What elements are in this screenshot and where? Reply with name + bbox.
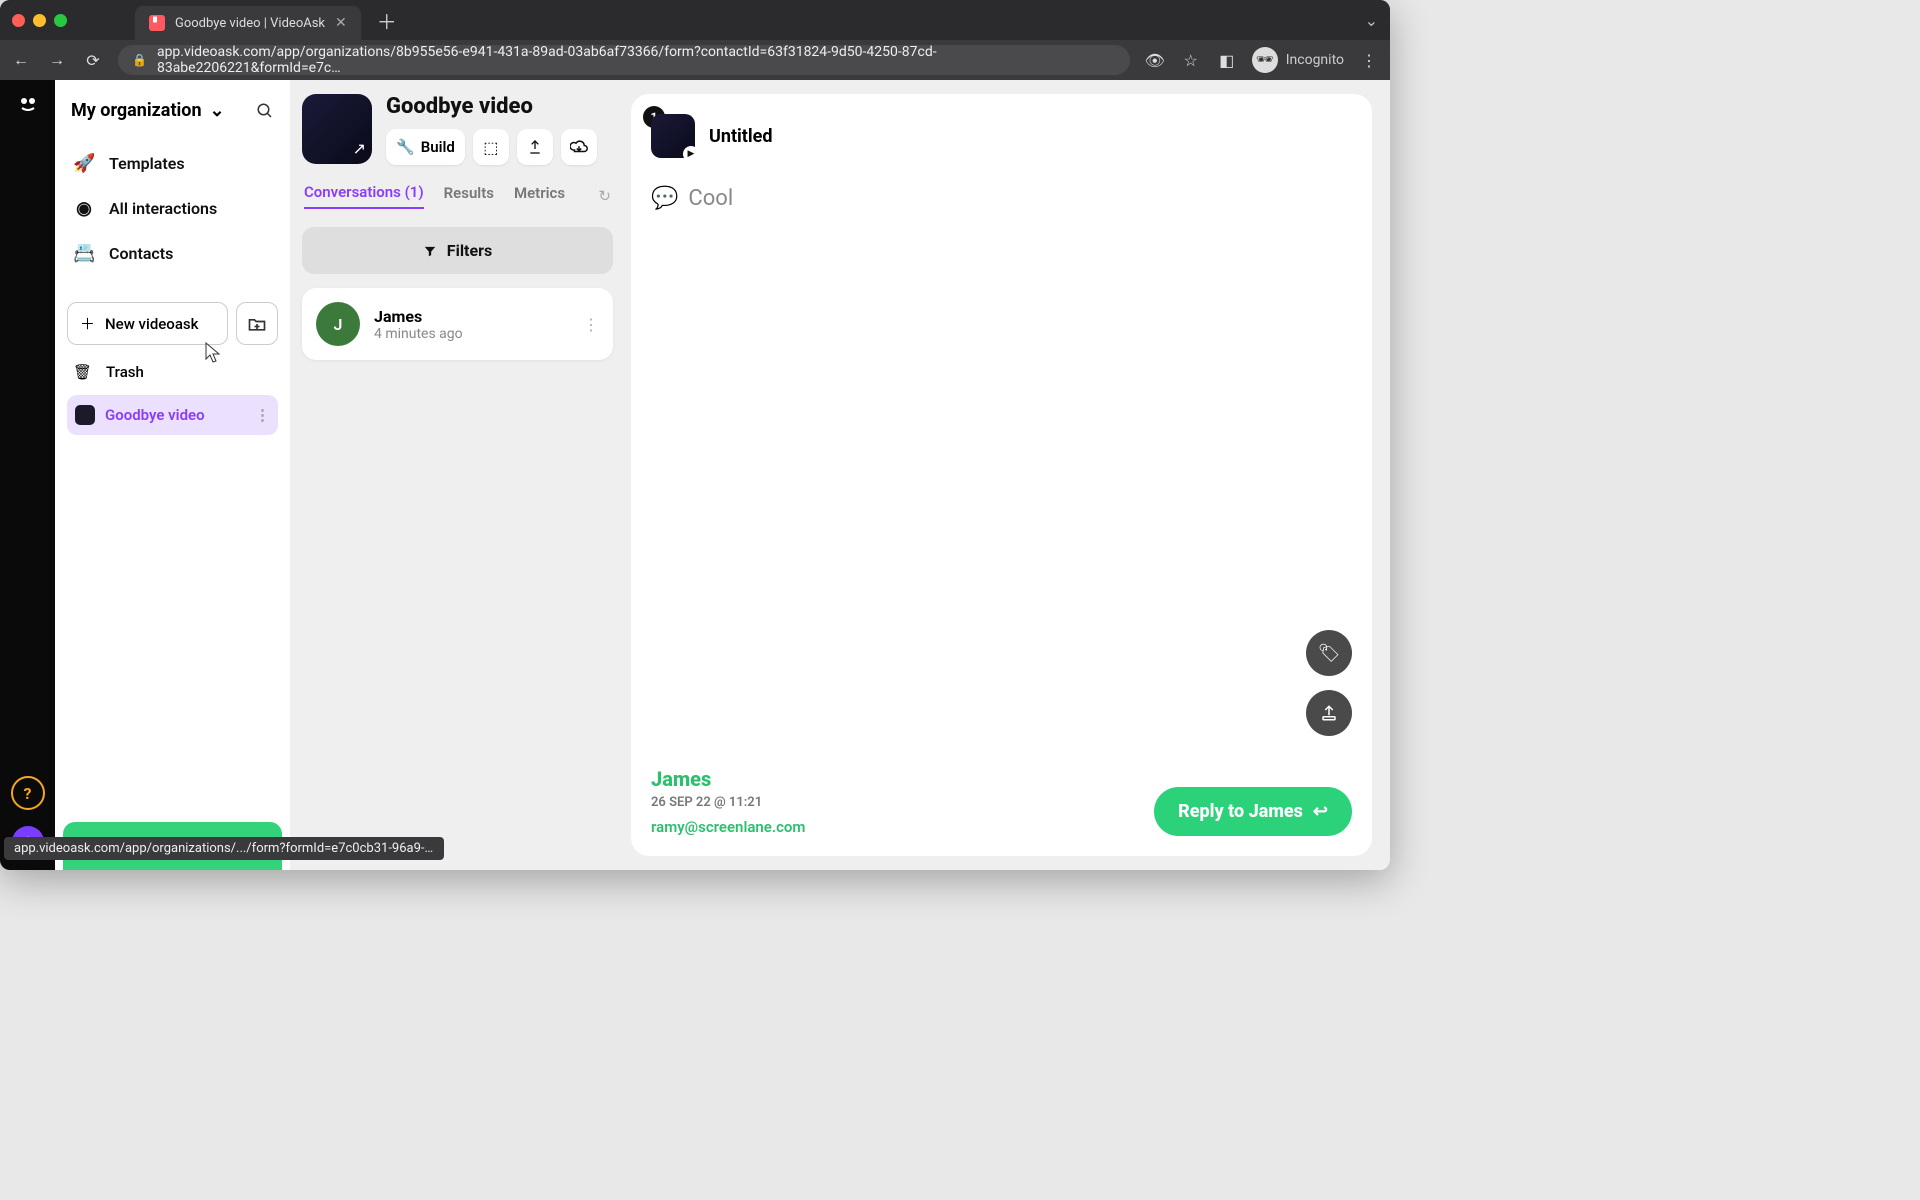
- step-thumbnail[interactable]: ▶: [651, 114, 695, 158]
- sidebar-item-label: All interactions: [109, 199, 217, 218]
- forward-icon[interactable]: →: [46, 49, 68, 71]
- interactions-icon: ◉: [73, 198, 95, 219]
- tab-results[interactable]: Results: [444, 184, 494, 208]
- favicon-icon: ▘: [149, 15, 165, 31]
- form-thumbnail[interactable]: ↗: [302, 94, 372, 164]
- back-icon[interactable]: ←: [10, 49, 32, 71]
- app-shell: ? 1 My organization ⌄ 🚀 Templates ◉ All …: [0, 80, 1390, 870]
- help-button[interactable]: ?: [11, 776, 45, 810]
- incognito-label: Incognito: [1286, 52, 1344, 68]
- conversation-more-icon[interactable]: ⋮: [583, 315, 599, 334]
- trash-icon: 🗑: [73, 363, 92, 381]
- conversation-time: 4 minutes ago: [374, 326, 463, 342]
- org-name: My organization: [71, 100, 202, 121]
- close-tab-icon[interactable]: ✕: [335, 15, 347, 31]
- build-icon: 🔧: [396, 138, 415, 156]
- chevron-down-icon: ⌄: [210, 100, 225, 121]
- refresh-icon[interactable]: ↻: [598, 187, 611, 205]
- step-title: Untitled: [709, 126, 773, 147]
- window-close-icon[interactable]: [12, 14, 25, 27]
- filters-button[interactable]: Filters: [302, 227, 613, 274]
- sidebar: My organization ⌄ 🚀 Templates ◉ All inte…: [55, 80, 290, 870]
- new-folder-button[interactable]: [236, 302, 278, 345]
- form-tabs: Conversations (1) Results Metrics ↻: [302, 179, 613, 213]
- build-button[interactable]: 🔧 Build: [386, 129, 465, 165]
- new-videoask-button[interactable]: ＋ New videoask: [67, 302, 228, 345]
- url-text: app.videoask.com/app/organizations/8b955…: [157, 44, 1116, 76]
- url-field[interactable]: 🔒 app.videoask.com/app/organizations/8b9…: [118, 45, 1130, 75]
- sidebar-item-goodbye-video[interactable]: Goodbye video ⋮: [67, 395, 278, 435]
- reply-button[interactable]: Reply to James ↩: [1154, 787, 1352, 836]
- form-header: ↗ Goodbye video 🔧 Build ⬚: [302, 94, 613, 165]
- respondent-info: James 26 SEP 22 @ 11:21 ramy@screenlane.…: [651, 767, 805, 836]
- download-button[interactable]: [561, 129, 597, 165]
- urlbar: ← → ⟳ 🔒 app.videoask.com/app/organizatio…: [0, 40, 1390, 80]
- export-button[interactable]: [1306, 690, 1352, 736]
- reply-icon: ↩: [1313, 801, 1328, 822]
- filter-icon: [423, 244, 437, 258]
- sidebar-item-label: Templates: [109, 154, 185, 173]
- rocket-icon: 🚀: [73, 153, 95, 174]
- tag-icon: 🏷: [1318, 643, 1341, 664]
- panel-icon[interactable]: ◧: [1216, 49, 1238, 71]
- play-icon: ▶: [683, 146, 699, 162]
- share-icon: [527, 139, 543, 155]
- response-card: 1 ▶ Untitled 💬 Cool 🏷: [631, 94, 1372, 856]
- star-icon[interactable]: ☆: [1180, 49, 1202, 71]
- search-icon[interactable]: [256, 102, 274, 120]
- open-icon: ↗: [353, 139, 366, 158]
- tab-conversations[interactable]: Conversations (1): [304, 183, 424, 209]
- sidebar-item-label: Contacts: [109, 244, 173, 263]
- sidebar-item-interactions[interactable]: ◉ All interactions: [67, 188, 278, 229]
- window-zoom-icon[interactable]: [54, 14, 67, 27]
- tabs-dropdown-icon[interactable]: ⌄: [1365, 11, 1378, 30]
- folder-plus-icon: [247, 314, 267, 334]
- mid-column: ↗ Goodbye video 🔧 Build ⬚: [290, 80, 625, 870]
- reload-icon[interactable]: ⟳: [82, 49, 104, 71]
- response-message: 💬 Cool: [651, 186, 1352, 211]
- video-thumb-icon: [75, 405, 95, 425]
- conversation-name: James: [374, 307, 463, 326]
- respondent-name: James: [651, 767, 805, 791]
- contacts-icon: 📇: [73, 243, 95, 264]
- export-icon: [1320, 704, 1338, 722]
- new-tab-button[interactable]: ＋: [377, 6, 397, 35]
- avatar: J: [316, 302, 360, 346]
- conversation-card[interactable]: J James 4 minutes ago ⋮: [302, 288, 613, 360]
- active-video-label: Goodbye video: [105, 406, 205, 424]
- cloud-download-icon: [570, 138, 588, 156]
- window-minimize-icon[interactable]: [33, 14, 46, 27]
- respondent-email[interactable]: ramy@screenlane.com: [651, 818, 805, 836]
- tab-metrics[interactable]: Metrics: [514, 184, 565, 208]
- sidebar-item-contacts[interactable]: 📇 Contacts: [67, 233, 278, 274]
- tag-button[interactable]: 🏷: [1306, 630, 1352, 676]
- kebab-menu-icon[interactable]: ⋮: [1358, 49, 1380, 71]
- eye-off-icon[interactable]: 👁: [1144, 49, 1166, 71]
- org-selector[interactable]: My organization ⌄: [67, 94, 278, 139]
- logo-icon[interactable]: [16, 92, 40, 116]
- right-column: 1 ▶ Untitled 💬 Cool 🏷: [625, 80, 1390, 870]
- sidebar-item-templates[interactable]: 🚀 Templates: [67, 143, 278, 184]
- sidebar-item-trash[interactable]: 🗑 Trash: [67, 349, 278, 391]
- embed-icon: ⬚: [483, 138, 498, 157]
- status-bar: app.videoask.com/app/organizations/.../f…: [4, 837, 444, 860]
- embed-button[interactable]: ⬚: [473, 129, 509, 165]
- lock-icon: 🔒: [132, 53, 147, 67]
- speech-icon: 💬: [651, 186, 678, 211]
- titlebar: ▘ Goodbye video | VideoAsk ✕ ＋ ⌄: [0, 0, 1390, 40]
- incognito-badge[interactable]: 🕶 Incognito: [1252, 47, 1344, 73]
- left-rail: ? 1: [0, 80, 55, 870]
- respondent-date: 26 SEP 22 @ 11:21: [651, 795, 805, 810]
- share-button[interactable]: [517, 129, 553, 165]
- trash-label: Trash: [106, 363, 144, 381]
- plus-icon: ＋: [80, 313, 95, 334]
- more-icon[interactable]: ⋮: [255, 406, 270, 424]
- incognito-icon: 🕶: [1252, 47, 1278, 73]
- browser-window: ▘ Goodbye video | VideoAsk ✕ ＋ ⌄ ← → ⟳ 🔒…: [0, 0, 1390, 870]
- form-title: Goodbye video: [386, 94, 613, 119]
- browser-tab[interactable]: ▘ Goodbye video | VideoAsk ✕: [135, 6, 361, 40]
- new-videoask-label: New videoask: [105, 315, 198, 333]
- tab-title: Goodbye video | VideoAsk: [175, 16, 325, 31]
